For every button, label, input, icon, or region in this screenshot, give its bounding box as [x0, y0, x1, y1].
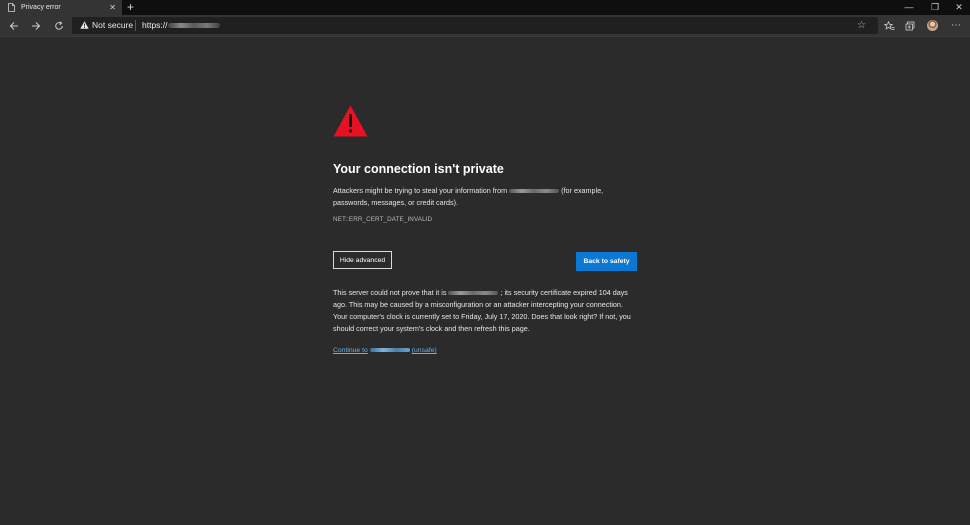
- minimize-icon[interactable]: —: [896, 0, 922, 15]
- hide-advanced-button[interactable]: Hide advanced: [333, 251, 392, 269]
- not-secure-label[interactable]: Not secure: [92, 17, 133, 34]
- details-pre: This server could not prove that it is: [333, 288, 447, 297]
- warning-triangle-icon: [333, 105, 368, 137]
- collections-icon[interactable]: [900, 15, 920, 36]
- redacted-domain: [448, 291, 499, 296]
- favorites-icon[interactable]: [879, 15, 899, 36]
- warning-icon[interactable]: [80, 21, 89, 29]
- back-to-safety-button[interactable]: Back to safety: [576, 252, 637, 271]
- tab-strip: Privacy error ✕ + — ❐ ✕: [0, 0, 970, 15]
- avatar[interactable]: [922, 15, 942, 36]
- omnibox-divider: [135, 20, 136, 31]
- advanced-details-text: This server could not prove that it is; …: [333, 287, 633, 335]
- address-bar[interactable]: Not secure https:// ☆: [72, 17, 878, 34]
- continue-post: (unsafe): [411, 347, 437, 354]
- back-arrow-icon[interactable]: [4, 15, 24, 36]
- continue-pre: Continue to: [333, 347, 368, 354]
- url-redacted: [168, 23, 220, 28]
- error-code[interactable]: NET::ERR_CERT_DATE_INVALID: [333, 216, 432, 223]
- page-title: Your connection isn't private: [333, 162, 504, 176]
- restore-icon[interactable]: ❐: [922, 0, 948, 15]
- description-text: Attackers might be trying to steal your …: [333, 185, 633, 209]
- redacted-domain: [369, 348, 410, 353]
- redacted-domain: [509, 189, 560, 194]
- continue-unsafe-link[interactable]: Continue to (unsafe): [333, 347, 437, 354]
- window-close-icon[interactable]: ✕: [946, 0, 970, 15]
- refresh-icon[interactable]: [49, 15, 69, 36]
- url-text[interactable]: https://: [142, 17, 168, 34]
- profile-avatar: [926, 20, 938, 31]
- tab-privacy-error[interactable]: Privacy error ✕: [0, 0, 122, 15]
- new-tab-button[interactable]: +: [127, 0, 134, 15]
- tab-close-icon[interactable]: ✕: [109, 0, 116, 15]
- star-icon[interactable]: ☆: [857, 17, 866, 34]
- tab-title: Privacy error: [21, 4, 61, 11]
- description-pre: Attackers might be trying to steal your …: [333, 186, 508, 195]
- forward-arrow-icon[interactable]: [26, 15, 46, 36]
- toolbar: Not secure https:// ☆ ⋯: [0, 15, 970, 37]
- more-icon[interactable]: ⋯: [946, 15, 966, 36]
- page-icon: [8, 3, 15, 12]
